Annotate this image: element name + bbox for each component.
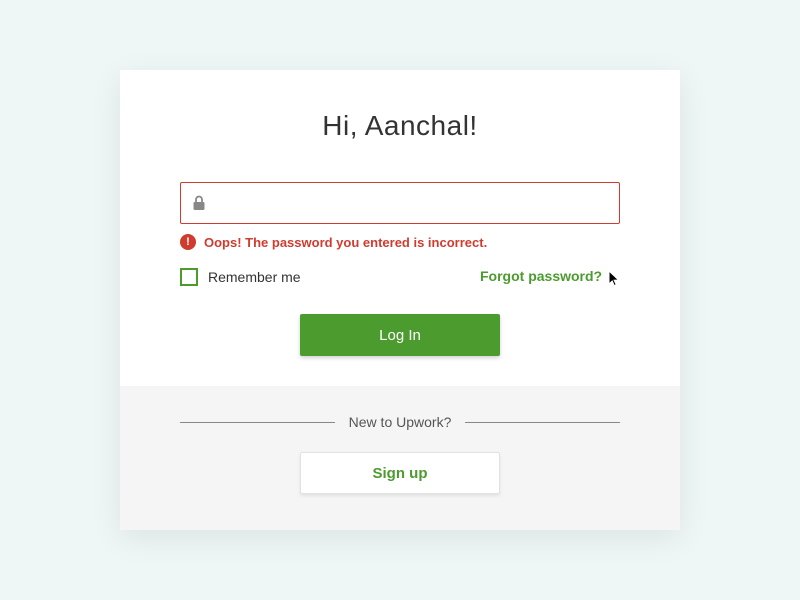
divider-line-left bbox=[180, 422, 335, 423]
forgot-password-wrap: Forgot password? bbox=[480, 268, 620, 285]
signup-divider: New to Upwork? bbox=[180, 414, 620, 430]
checkbox-box bbox=[180, 268, 198, 286]
signup-button[interactable]: Sign up bbox=[300, 452, 500, 494]
remember-me-checkbox[interactable]: Remember me bbox=[180, 268, 301, 286]
card-top: Hi, Aanchal! ! Oops! The password you en… bbox=[120, 70, 680, 386]
error-text: Oops! The password you entered is incorr… bbox=[204, 235, 487, 250]
divider-label: New to Upwork? bbox=[349, 414, 452, 430]
cursor-icon bbox=[608, 270, 620, 286]
greeting-title: Hi, Aanchal! bbox=[180, 110, 620, 142]
password-input[interactable] bbox=[180, 182, 620, 224]
divider-line-right bbox=[465, 422, 620, 423]
error-message: ! Oops! The password you entered is inco… bbox=[180, 234, 620, 250]
password-field-wrap bbox=[180, 182, 620, 224]
lock-icon bbox=[192, 195, 206, 211]
forgot-password-link[interactable]: Forgot password? bbox=[480, 268, 602, 284]
options-row: Remember me Forgot password? bbox=[180, 268, 620, 286]
card-bottom: New to Upwork? Sign up bbox=[120, 386, 680, 530]
login-button[interactable]: Log In bbox=[300, 314, 500, 356]
remember-me-label: Remember me bbox=[208, 269, 301, 285]
login-card: Hi, Aanchal! ! Oops! The password you en… bbox=[120, 70, 680, 530]
error-icon: ! bbox=[180, 234, 196, 250]
